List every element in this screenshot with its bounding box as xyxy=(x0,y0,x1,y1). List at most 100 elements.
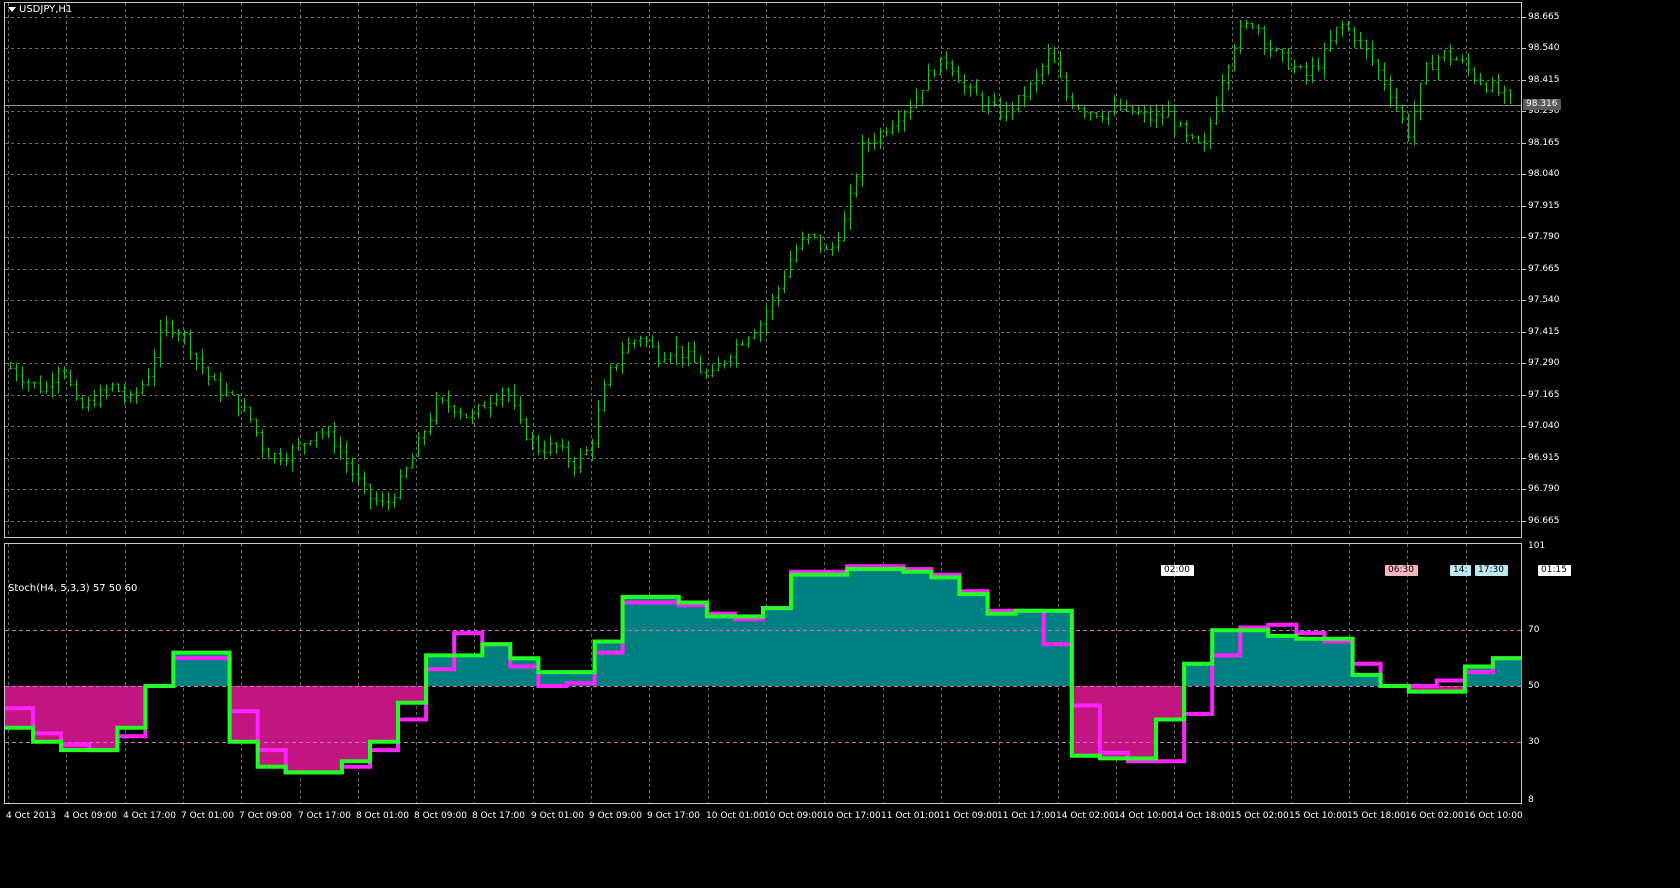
ohlc-bar xyxy=(896,110,901,134)
ohlc-bar xyxy=(680,346,685,368)
ohlc-bar xyxy=(344,441,349,474)
time-axis-label: 15 Oct 18:00 xyxy=(1347,811,1406,821)
event-tag[interactable]: 14: xyxy=(1450,565,1472,576)
stochastic-bar xyxy=(959,594,989,687)
symbol-title[interactable]: USDJPY,H1 xyxy=(8,4,72,16)
stochastic-bar xyxy=(369,686,399,742)
ohlc-bar xyxy=(1274,47,1279,52)
ohlc-bar xyxy=(572,456,577,477)
price-axis-label: 96.665 xyxy=(1528,516,1560,526)
stochastic-bar xyxy=(1212,630,1241,687)
ohlc-bar xyxy=(524,417,529,441)
ohlc-bar xyxy=(1424,61,1429,85)
stochastic-bar xyxy=(1099,686,1129,759)
ohlc-bar xyxy=(1124,99,1129,113)
ohlc-bar xyxy=(512,384,517,410)
ohlc-bar xyxy=(584,446,589,456)
ohlc-bar xyxy=(578,448,583,474)
ohlc-bar xyxy=(1466,53,1471,76)
stochastic-bar xyxy=(903,571,932,687)
ohlc-bar xyxy=(1316,57,1321,72)
ohlc-bar xyxy=(404,466,409,479)
price-axis-label: 97.665 xyxy=(1528,264,1560,274)
ohlc-bar xyxy=(1394,88,1399,113)
time-axis-label: 7 Oct 09:00 xyxy=(239,811,292,821)
time-axis-label: 11 Oct 17:00 xyxy=(997,811,1056,821)
ohlc-bar xyxy=(236,394,241,417)
price-axis-tick xyxy=(1522,80,1526,81)
ohlc-bar xyxy=(1484,81,1489,94)
ohlc-bar xyxy=(1412,100,1417,146)
event-tag[interactable]: 02:00 xyxy=(1161,565,1194,576)
stochastic-bar xyxy=(341,686,371,762)
ohlc-bar xyxy=(398,468,403,500)
ohlc-bar xyxy=(518,396,523,425)
price-axis-label: 97.290 xyxy=(1528,358,1560,368)
ohlc-bar xyxy=(782,269,787,294)
ohlc-bar xyxy=(506,387,511,403)
ohlc-bar xyxy=(788,250,793,279)
time-axis-label: 8 Oct 09:00 xyxy=(414,811,467,821)
stochastic-bar xyxy=(1268,635,1297,687)
ohlc-bar xyxy=(884,127,889,137)
price-axis-label: 97.415 xyxy=(1528,327,1560,337)
price-axis-tick xyxy=(1522,17,1526,18)
ohlc-bar xyxy=(44,381,49,394)
ohlc-bar xyxy=(422,429,427,446)
ohlc-bar xyxy=(152,348,157,387)
collapse-triangle-icon[interactable] xyxy=(8,6,16,12)
ohlc-bar xyxy=(1082,105,1087,119)
stochastic-axis-label: 70 xyxy=(1528,625,1540,635)
ohlc-bar xyxy=(224,382,229,397)
ohlc-bar xyxy=(1130,105,1135,115)
ohlc-bar xyxy=(758,320,763,343)
event-tag[interactable]: 17:30 xyxy=(1475,565,1508,576)
stochastic-bar xyxy=(622,596,652,687)
ohlc-bar xyxy=(1400,104,1405,124)
ohlc-bar xyxy=(938,57,943,75)
stochastic-bar xyxy=(1184,663,1213,687)
ohlc-bar xyxy=(80,394,85,410)
ohlc-bar xyxy=(944,51,949,70)
price-axis-label: 98.040 xyxy=(1528,169,1560,179)
stochastic-bar xyxy=(510,658,539,687)
ohlc-bar xyxy=(1358,31,1363,50)
ohlc-bar xyxy=(1502,85,1507,104)
price-axis-label: 98.415 xyxy=(1528,75,1560,85)
ohlc-bar xyxy=(470,408,475,424)
ohlc-bar xyxy=(1142,104,1147,123)
stochastic-axis-label: 50 xyxy=(1528,681,1540,691)
ohlc-bar xyxy=(1304,62,1309,85)
ohlc-bar xyxy=(434,391,439,425)
ohlc-bar xyxy=(746,336,751,348)
stochastic-bar xyxy=(285,686,315,773)
chart-canvas[interactable] xyxy=(0,0,1680,888)
stochastic-bar xyxy=(482,644,511,687)
ohlc-bar xyxy=(302,442,307,455)
ohlc-bar xyxy=(206,366,211,386)
ohlc-bar xyxy=(836,231,841,252)
ohlc-bar xyxy=(20,365,25,390)
ohlc-bar xyxy=(632,339,637,349)
event-tag[interactable]: 01:15 xyxy=(1538,565,1571,576)
ohlc-bar xyxy=(56,365,61,394)
ohlc-bar xyxy=(446,390,451,413)
stochastic-axis-label: 8 xyxy=(1528,795,1534,805)
ohlc-bar xyxy=(1436,54,1441,81)
ohlc-bar xyxy=(926,63,931,92)
ohlc-bar xyxy=(932,68,937,78)
stochastic-bar xyxy=(1324,638,1354,687)
ohlc-bar xyxy=(1310,56,1315,84)
stochastic-bar xyxy=(847,569,876,687)
ohlc-bar xyxy=(800,231,805,251)
ohlc-bar xyxy=(626,337,631,354)
ohlc-bar xyxy=(740,340,745,346)
event-tag[interactable]: 06:30 xyxy=(1385,565,1418,576)
time-axis-label: 9 Oct 17:00 xyxy=(647,811,700,821)
ohlc-bar xyxy=(1184,120,1189,143)
ohlc-bar xyxy=(1334,26,1339,45)
stochastic-bar xyxy=(1296,638,1325,687)
ohlc-bar xyxy=(50,371,55,398)
ohlc-bar xyxy=(644,335,649,348)
ohlc-bar xyxy=(608,363,613,388)
